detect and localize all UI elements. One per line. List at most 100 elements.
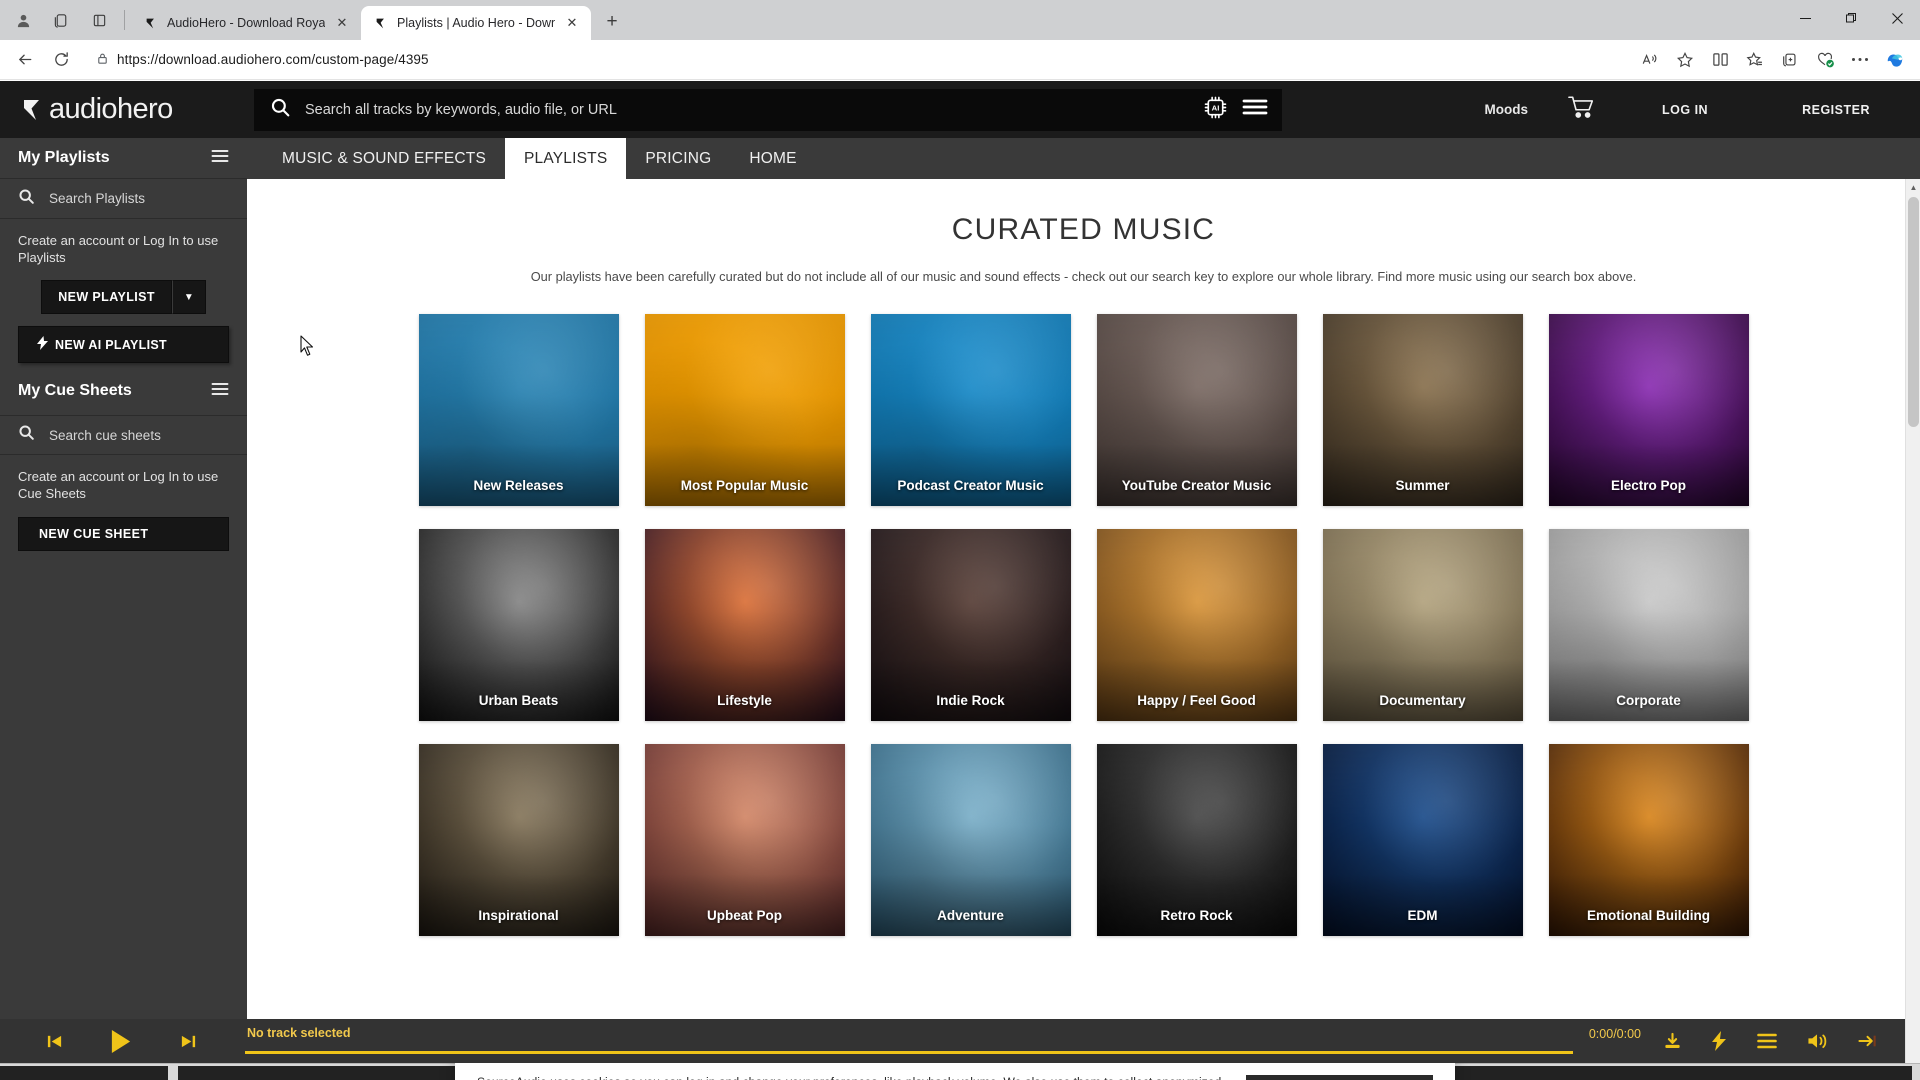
playlist-tile[interactable]: Retro Rock: [1096, 744, 1297, 936]
search-playlists-field[interactable]: Search Playlists: [0, 179, 247, 219]
search-icon: [18, 424, 35, 446]
minimize-button[interactable]: [1782, 0, 1828, 36]
read-aloud-icon[interactable]: [1633, 44, 1667, 76]
vertical-scrollbar[interactable]: ▲ ▼: [1905, 179, 1920, 1080]
collections-add-icon[interactable]: [1773, 44, 1807, 76]
browser-tab-2[interactable]: Playlists | Audio Hero - Download ✕: [361, 6, 591, 40]
browser-tab-1[interactable]: AudioHero - Download Royalty Fr ✕: [131, 6, 361, 40]
playlist-tile-label: New Releases: [473, 478, 564, 493]
register-button[interactable]: REGISTER: [1788, 103, 1884, 117]
search-cuesheets-field[interactable]: Search cue sheets: [0, 415, 247, 456]
queue-icon[interactable]: [1757, 1033, 1777, 1049]
browser-tab-2-title: Playlists | Audio Hero - Download: [397, 16, 555, 30]
playlist-tile-label: Podcast Creator Music: [897, 478, 1044, 493]
browser-tab-1-close[interactable]: ✕: [333, 14, 351, 32]
new-tab-button[interactable]: +: [597, 7, 627, 37]
skip-next-icon[interactable]: [180, 1033, 197, 1050]
playlist-tile[interactable]: Happy / Feel Good: [1096, 529, 1297, 721]
playlists-login-note: Create an account or Log In to use Playl…: [18, 233, 219, 265]
playlist-tile[interactable]: Documentary: [1322, 529, 1523, 721]
star-icon[interactable]: [1668, 44, 1702, 76]
search-playlists-input[interactable]: Search Playlists: [49, 191, 145, 206]
playlist-tile[interactable]: Adventure: [870, 744, 1071, 936]
search-cuesheets-input[interactable]: Search cue sheets: [49, 428, 161, 443]
sidebar: My Playlists Search Playlists Create an …: [0, 138, 247, 1080]
moods-link[interactable]: Moods: [1485, 102, 1529, 117]
new-playlist-button[interactable]: NEW PLAYLIST: [41, 280, 172, 315]
cart-icon[interactable]: [1568, 95, 1596, 125]
playlist-tile[interactable]: Emotional Building: [1548, 744, 1749, 936]
more-options-icon[interactable]: [1843, 44, 1877, 76]
playlist-tile-label: Emotional Building: [1587, 908, 1710, 923]
track-progress[interactable]: No track selected: [245, 1026, 1573, 1056]
playlist-tile[interactable]: EDM: [1322, 744, 1523, 936]
tabstrip-divider: [124, 10, 125, 30]
tab-pricing[interactable]: PRICING: [626, 138, 730, 179]
site-logo[interactable]: audiohero: [22, 95, 254, 124]
play-icon[interactable]: [109, 1029, 132, 1054]
scrollbar-thumb[interactable]: [1908, 197, 1919, 427]
login-button[interactable]: LOG IN: [1648, 103, 1722, 117]
hamburger-icon[interactable]: [211, 148, 229, 168]
ai-chip-icon[interactable]: AI: [1203, 95, 1228, 125]
playlist-tile[interactable]: Corporate: [1548, 529, 1749, 721]
split-screen-icon[interactable]: [80, 3, 118, 37]
tab-music-sound-effects[interactable]: MUSIC & SOUND EFFECTS: [263, 138, 505, 179]
site-header: audiohero Search all tracks by keywords,…: [0, 81, 1920, 138]
playlist-grid: New Releases Most Popular Music Podcast Cr…: [247, 314, 1920, 936]
playlist-tile[interactable]: Most Popular Music: [644, 314, 845, 506]
reload-icon[interactable]: [44, 44, 78, 76]
copilot-icon[interactable]: [1878, 44, 1912, 76]
collections-icon[interactable]: [42, 3, 80, 37]
address-bar[interactable]: https://download.audiohero.com/custom-pa…: [86, 44, 1625, 75]
progress-bar[interactable]: [245, 1051, 1573, 1054]
chevron-down-icon[interactable]: ▼: [171, 280, 206, 315]
playlist-tile-label: Lifestyle: [717, 693, 772, 708]
download-icon[interactable]: [1663, 1032, 1682, 1051]
browser-tab-2-close[interactable]: ✕: [563, 14, 581, 32]
accept-all-cookies-button[interactable]: ACCEPT ALL COOKIES: [1246, 1075, 1433, 1080]
split-view-icon[interactable]: [1703, 44, 1737, 76]
volume-icon[interactable]: [1807, 1032, 1828, 1050]
profile-icon[interactable]: [4, 3, 42, 37]
lightning-icon: [37, 336, 48, 353]
playlist-tile-label: EDM: [1407, 908, 1438, 923]
svg-text:AI: AI: [1212, 103, 1220, 112]
playlist-tile[interactable]: Podcast Creator Music: [870, 314, 1071, 506]
sidebar-cuesheets-header: My Cue Sheets: [18, 363, 229, 405]
browser-essentials-icon[interactable]: [1808, 44, 1842, 76]
playlist-tile[interactable]: Upbeat Pop: [644, 744, 845, 936]
site-header-actions: Moods LOG IN REGISTER: [1282, 95, 1920, 125]
skip-previous-icon[interactable]: [46, 1033, 63, 1050]
playlist-tile[interactable]: YouTube Creator Music: [1096, 314, 1297, 506]
playlist-tile[interactable]: Electro Pop: [1548, 314, 1749, 506]
new-cue-sheet-button[interactable]: NEW CUE SHEET: [18, 516, 229, 551]
search-icon: [270, 97, 291, 123]
playlist-tile-label: Documentary: [1379, 693, 1466, 708]
new-ai-playlist-button[interactable]: NEW AI PLAYLIST: [18, 326, 229, 364]
close-button[interactable]: [1874, 0, 1920, 36]
tab-playlists[interactable]: PLAYLISTS: [505, 138, 627, 179]
audiohero-favicon: [143, 15, 159, 31]
back-arrow-icon[interactable]: [8, 44, 42, 76]
playlist-tile[interactable]: Inspirational: [418, 744, 619, 936]
playlist-tile[interactable]: Indie Rock: [870, 529, 1071, 721]
site-search-bar[interactable]: Search all tracks by keywords, audio fil…: [254, 88, 1282, 131]
favorites-list-icon[interactable]: [1738, 44, 1772, 76]
search-input[interactable]: Search all tracks by keywords, audio fil…: [305, 102, 1189, 118]
playlist-tile-label: YouTube Creator Music: [1121, 478, 1272, 493]
maximize-button[interactable]: [1828, 0, 1874, 36]
track-label: No track selected: [247, 1026, 351, 1040]
playlist-tile[interactable]: Urban Beats: [418, 529, 619, 721]
scroll-up-arrow-icon[interactable]: ▲: [1906, 179, 1920, 195]
playlist-tile[interactable]: Summer: [1322, 314, 1523, 506]
tab-home[interactable]: HOME: [730, 138, 815, 179]
playlist-tile[interactable]: New Releases: [418, 314, 619, 506]
expand-icon[interactable]: [1858, 1033, 1877, 1049]
browser-window: AudioHero - Download Royalty Fr ✕ Playli…: [0, 0, 1920, 1080]
hamburger-icon[interactable]: [211, 381, 229, 401]
playlist-tile[interactable]: Lifestyle: [644, 529, 845, 721]
hamburger-icon[interactable]: [1242, 97, 1268, 122]
lightning-icon[interactable]: [1712, 1031, 1727, 1051]
page-viewport: audiohero Search all tracks by keywords,…: [0, 81, 1920, 1080]
